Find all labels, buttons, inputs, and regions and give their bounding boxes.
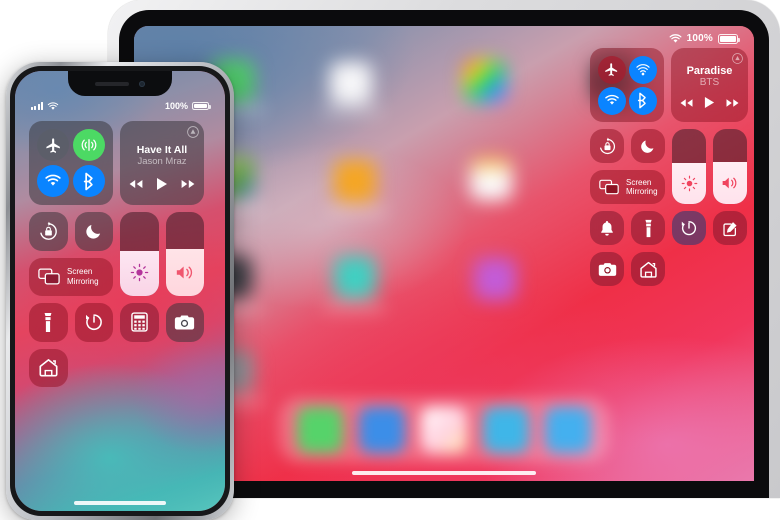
- battery-percent-label: 100%: [686, 33, 713, 44]
- notes-button[interactable]: [713, 211, 747, 245]
- now-playing-module[interactable]: Have It All Jason Mraz: [120, 121, 204, 205]
- do-not-disturb-toggle[interactable]: [631, 129, 665, 163]
- camera-button[interactable]: [590, 252, 624, 286]
- dock-app-messages[interactable]: [297, 407, 343, 453]
- iphone-status-bar: 100%: [15, 99, 225, 113]
- brightness-icon: [672, 175, 706, 192]
- now-playing-title: Paradise: [686, 64, 733, 77]
- app-icon-7: [334, 160, 376, 202]
- timer-button[interactable]: [74, 303, 113, 342]
- playback-controls: [128, 177, 196, 191]
- now-playing-artist: BTS: [699, 77, 720, 89]
- camera-button[interactable]: [165, 303, 204, 342]
- wifi-icon: [669, 33, 682, 44]
- flashlight-button[interactable]: [631, 211, 665, 245]
- volume-slider[interactable]: [165, 212, 205, 296]
- now-playing-module[interactable]: Paradise BTS: [671, 48, 748, 122]
- screen-mirroring-label-2: Mirroring: [626, 187, 658, 196]
- do-not-disturb-toggle[interactable]: [74, 212, 113, 251]
- iphone-control-center: Have It All Jason Mraz Screen Mirroring: [29, 121, 207, 394]
- screen-mirroring-label-1: Screen: [626, 177, 652, 187]
- wifi-toggle[interactable]: [37, 165, 69, 197]
- volume-icon: [166, 264, 205, 281]
- screen-mirroring-icon: [599, 179, 619, 195]
- speaker-grille: [95, 81, 129, 86]
- home-indicator[interactable]: [352, 471, 536, 475]
- app-icon-2: [330, 62, 372, 104]
- forward-icon[interactable]: [725, 98, 740, 108]
- dock-app-safari[interactable]: [359, 407, 405, 453]
- app-icon-3: [464, 60, 506, 102]
- app-icon-11: [474, 258, 516, 300]
- flashlight-button[interactable]: [29, 303, 68, 342]
- rewind-icon[interactable]: [679, 98, 694, 108]
- airdrop-toggle[interactable]: [628, 55, 657, 84]
- iphone-bezel: 100% Have It All Jason Mraz Screen Mirro…: [10, 66, 230, 516]
- app-icon-10: [334, 256, 376, 298]
- home-app-button[interactable]: [631, 252, 665, 286]
- front-camera-icon: [139, 80, 145, 87]
- iphone-screen: 100% Have It All Jason Mraz Screen Mirro…: [15, 71, 225, 511]
- rewind-icon[interactable]: [128, 179, 144, 189]
- wifi-icon: [47, 101, 59, 111]
- battery-percent-label: 100%: [164, 101, 188, 111]
- volume-slider[interactable]: [713, 129, 747, 204]
- airplay-icon[interactable]: [187, 126, 199, 138]
- ipad-control-center: Paradise BTS Screen Mirroring: [590, 48, 748, 293]
- play-icon[interactable]: [704, 96, 715, 109]
- volume-icon: [713, 175, 747, 191]
- screen-mirroring-icon: [38, 268, 60, 285]
- airplane-mode-toggle[interactable]: [597, 55, 626, 84]
- dock-app-photos[interactable]: [421, 407, 467, 453]
- home-indicator[interactable]: [74, 501, 166, 505]
- cellular-signal-icon: [31, 102, 44, 110]
- app-icon-8: [470, 158, 512, 200]
- iphone-notch: [68, 71, 172, 96]
- battery-full-icon: [718, 33, 740, 44]
- timer-button[interactable]: [672, 211, 706, 245]
- bluetooth-toggle[interactable]: [628, 86, 657, 115]
- ipad-dock[interactable]: [279, 397, 609, 463]
- brightness-slider[interactable]: [120, 212, 159, 296]
- play-icon[interactable]: [156, 177, 168, 191]
- bluetooth-toggle[interactable]: [73, 165, 105, 197]
- wifi-toggle[interactable]: [597, 86, 626, 115]
- playback-controls: [679, 96, 740, 109]
- connectivity-module: [590, 48, 664, 122]
- cellular-data-toggle[interactable]: [73, 129, 105, 161]
- screen-mirroring-label-2: Mirroring: [67, 276, 99, 286]
- dock-app-mail[interactable]: [545, 407, 591, 453]
- home-app-button[interactable]: [29, 348, 68, 387]
- airplane-mode-toggle[interactable]: [37, 129, 69, 161]
- brightness-slider[interactable]: [672, 129, 706, 204]
- iphone-device: 100% Have It All Jason Mraz Screen Mirro…: [6, 62, 234, 520]
- now-playing-title: Have It All: [136, 144, 188, 157]
- battery-full-icon: [192, 101, 211, 111]
- rotation-lock-toggle[interactable]: [29, 212, 68, 251]
- ipad-status-bar: 100%: [669, 33, 740, 44]
- screen-mirroring-module[interactable]: Screen Mirroring: [590, 170, 665, 204]
- rotation-lock-toggle[interactable]: [590, 129, 624, 163]
- mute-bell-button[interactable]: [590, 211, 624, 245]
- connectivity-module: [29, 121, 113, 205]
- brightness-icon: [120, 263, 159, 282]
- calculator-button[interactable]: [120, 303, 159, 342]
- screen-mirroring-module[interactable]: Screen Mirroring: [29, 257, 113, 296]
- now-playing-artist: Jason Mraz: [137, 156, 187, 168]
- dock-app-facetime[interactable]: [483, 407, 529, 453]
- screen-mirroring-label-1: Screen: [67, 267, 93, 277]
- forward-icon[interactable]: [180, 179, 196, 189]
- airplay-icon[interactable]: [732, 53, 743, 64]
